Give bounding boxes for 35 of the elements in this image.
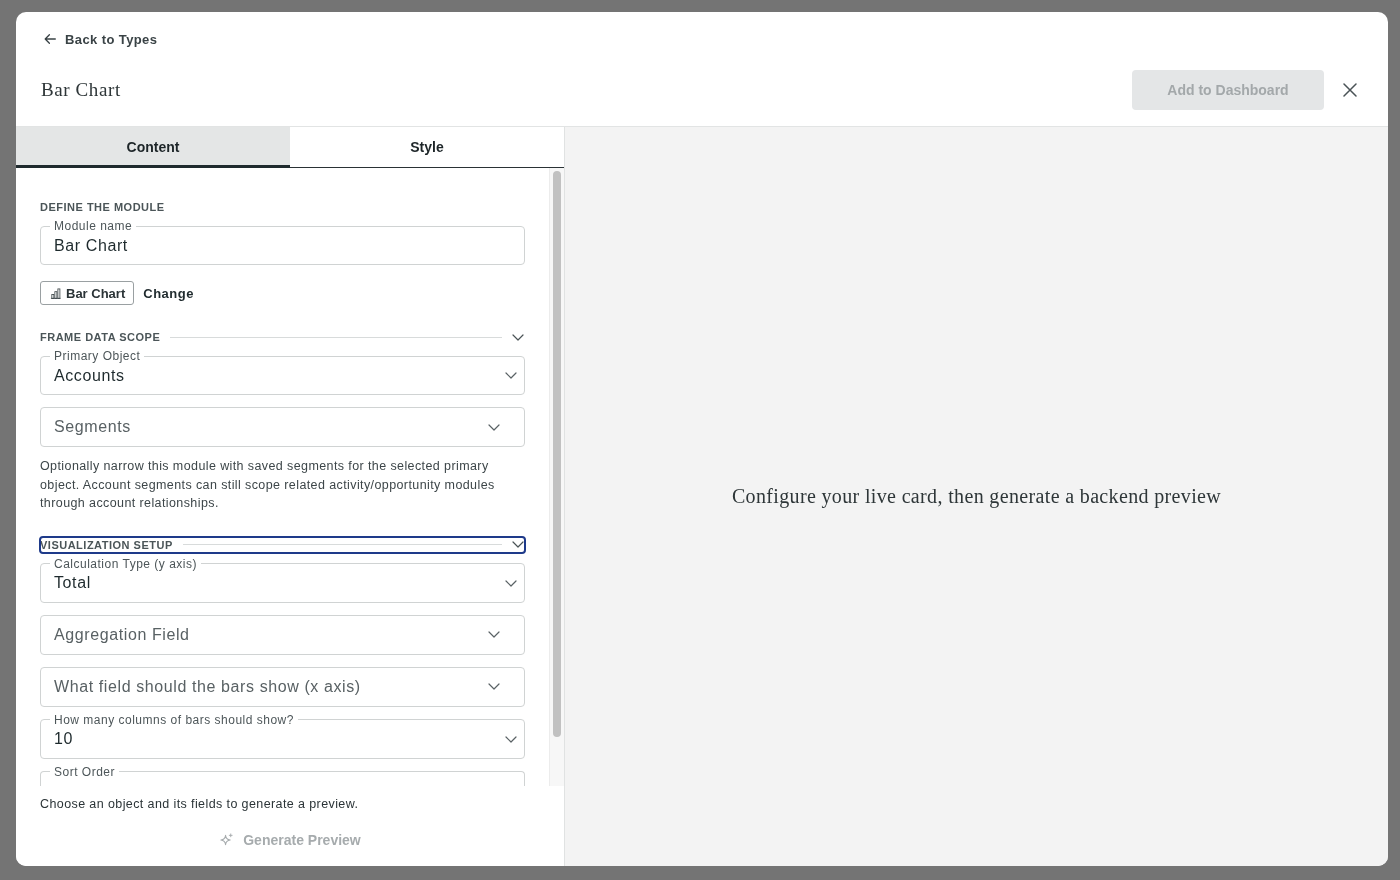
dropdown-field[interactable]: Aggregation Field: [40, 614, 525, 655]
chart-type-chip[interactable]: Bar Chart: [40, 281, 135, 305]
section-toggle[interactable]: VISUALIZATION SETUP: [40, 536, 525, 553]
dropdown-field[interactable]: Segments: [40, 407, 525, 447]
tab[interactable]: Content: [16, 127, 290, 168]
dropdown-field[interactable]: Sort Order: [40, 764, 525, 786]
preview-message: Configure your live card, then generate a backend preview: [731, 485, 1222, 508]
section-heading: DEFINE THE MODULE: [40, 200, 165, 215]
dialog-title: Bar Chart: [41, 79, 121, 101]
scrollbar-thumb[interactable]: [553, 171, 561, 737]
bar-chart-icon: [50, 287, 61, 299]
chevron-down-icon: [505, 372, 517, 379]
chevron-down-icon: [505, 579, 517, 587]
field-label: Calculation Type (y axis): [53, 556, 198, 571]
dropdown-field[interactable]: What field should the bars show (x axis): [40, 666, 525, 707]
arrow-left-icon: [44, 33, 56, 45]
chevron-down-icon: [488, 631, 500, 638]
chevron-down-icon: [488, 683, 500, 690]
dropdown-field[interactable]: How many columns of bars should show? 10: [40, 712, 525, 759]
field-label: Module name: [53, 219, 134, 233]
close-icon[interactable]: [1343, 83, 1357, 97]
sparkle-icon: [219, 832, 235, 848]
chevron-down-icon: [488, 423, 500, 431]
field-label: Sort Order: [53, 765, 116, 779]
field-label: Primary Object: [53, 349, 142, 363]
field-label: How many columns of bars should show?: [53, 712, 295, 727]
back-link[interactable]: Back to Types: [44, 30, 158, 48]
hint-text: Choose an object and its fields to generate a preview.: [40, 796, 360, 813]
change-link[interactable]: Change: [143, 285, 194, 301]
help-text: Optionally narrow this module with saved segments for the selected primary object. Account segments can still scope related activity/opportunity modules through account relationships.: [40, 458, 496, 512]
dropdown-field[interactable]: Primary Object Accounts: [40, 349, 525, 395]
text-input[interactable]: Module name Bar Chart: [40, 219, 525, 265]
chevron-down-icon: [505, 735, 517, 743]
section-toggle[interactable]: FRAME DATA SCOPE: [40, 329, 525, 345]
dropdown-field[interactable]: Calculation Type (y axis) Total: [40, 556, 525, 603]
